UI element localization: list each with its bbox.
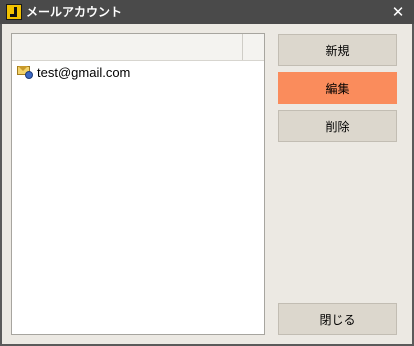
dialog-body: test@gmail.com 新規 編集 削除 閉じる xyxy=(2,24,412,344)
window-title: メールアカウント xyxy=(26,5,123,19)
close-button[interactable]: 閉じる xyxy=(278,303,397,335)
list-header xyxy=(12,34,264,61)
list-item[interactable]: test@gmail.com xyxy=(17,63,130,81)
close-icon[interactable]: ✕ xyxy=(390,3,406,21)
new-button[interactable]: 新規 xyxy=(278,34,397,66)
title-bar[interactable]: メールアカウント ✕ xyxy=(0,0,414,24)
app-logo-icon xyxy=(6,4,22,20)
delete-button[interactable]: 削除 xyxy=(278,110,397,142)
edit-button[interactable]: 編集 xyxy=(278,72,397,104)
account-list[interactable]: test@gmail.com xyxy=(11,33,265,335)
mail-account-dialog: メールアカウント ✕ test@gmail.com 新規 編集 削除 閉じる xyxy=(0,0,414,346)
column-separator[interactable] xyxy=(242,34,243,60)
account-email: test@gmail.com xyxy=(37,64,131,80)
mail-account-icon xyxy=(17,64,33,80)
